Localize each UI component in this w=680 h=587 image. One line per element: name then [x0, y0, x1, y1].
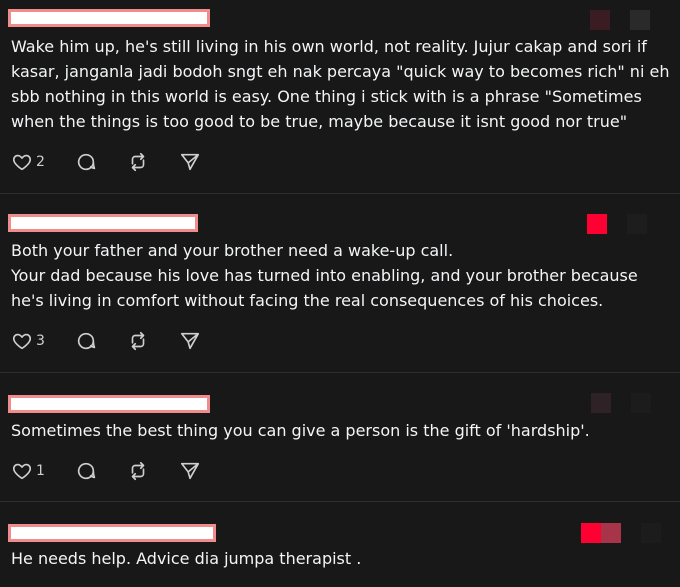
more-options-icon[interactable] [630, 10, 650, 30]
comment-text: Both your father and your brother need a… [11, 241, 638, 310]
like-count: 3 [36, 333, 45, 349]
redacted-username [8, 395, 210, 413]
like-button[interactable]: 2 [11, 150, 51, 174]
send-icon [180, 332, 200, 350]
comment-text: He needs help. Advice dia jumpa therapis… [11, 549, 362, 568]
like-count: 2 [36, 154, 45, 170]
comment-item: Both your father and your brother need a… [0, 194, 680, 373]
share-button[interactable] [179, 459, 201, 483]
heart-icon [12, 333, 32, 350]
redacted-username [8, 9, 210, 27]
more-options-icon[interactable] [627, 214, 647, 234]
more-options-icon[interactable] [631, 393, 651, 413]
repost-icon [131, 461, 145, 481]
comment-item: He needs help. Advice dia jumpa therapis… [0, 502, 680, 587]
comment-item: Wake him up, he's still living in his ow… [0, 0, 680, 194]
action-bar: 1 [11, 459, 229, 483]
speech-bubble-icon [77, 153, 96, 171]
speech-bubble-icon [77, 462, 96, 480]
comment-item: Sometimes the best thing you can give a … [0, 373, 680, 502]
like-button[interactable]: 1 [11, 459, 51, 483]
comment-text: Wake him up, he's still living in his ow… [11, 37, 670, 131]
redacted-username [8, 524, 216, 542]
more-options-icon[interactable] [641, 523, 661, 543]
repost-icon [131, 152, 145, 172]
repost-button[interactable] [127, 459, 149, 483]
reply-button[interactable] [75, 150, 97, 174]
action-bar: 3 [11, 329, 229, 353]
reply-button[interactable] [75, 459, 97, 483]
avatar-thumbnail [590, 10, 610, 30]
like-button[interactable]: 3 [11, 329, 51, 353]
share-button[interactable] [179, 329, 201, 353]
comment-feed: Wake him up, he's still living in his ow… [0, 0, 680, 587]
heart-icon [12, 463, 32, 480]
heart-icon [12, 154, 32, 171]
repost-button[interactable] [127, 329, 149, 353]
redacted-username [8, 214, 198, 232]
like-count: 1 [36, 463, 45, 479]
repost-icon [131, 331, 145, 351]
send-icon [180, 153, 200, 171]
share-button[interactable] [179, 150, 201, 174]
comment-text: Sometimes the best thing you can give a … [11, 421, 590, 440]
speech-bubble-icon [77, 332, 96, 350]
avatar-thumbnail [591, 393, 611, 413]
repost-button[interactable] [127, 150, 149, 174]
send-icon [180, 462, 200, 480]
avatar-thumbnail [587, 214, 607, 234]
action-bar: 2 [11, 150, 229, 174]
reply-button[interactable] [75, 329, 97, 353]
avatar-thumbnail [581, 523, 621, 543]
